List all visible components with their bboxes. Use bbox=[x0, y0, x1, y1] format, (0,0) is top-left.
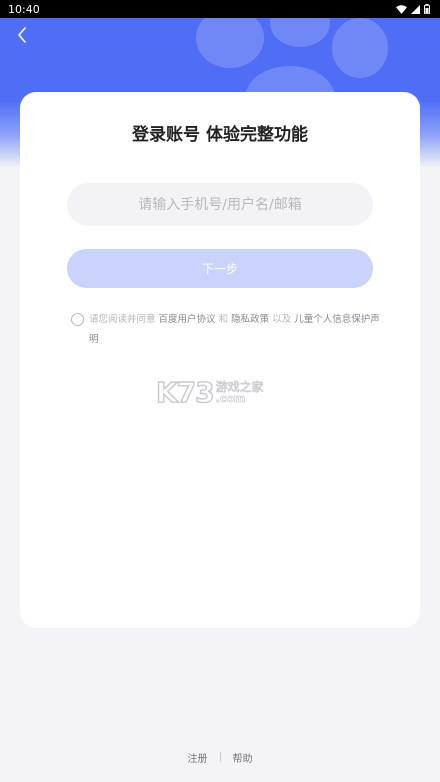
next-button[interactable]: 下一步 bbox=[67, 249, 373, 288]
battery-icon bbox=[424, 4, 430, 14]
account-input[interactable] bbox=[67, 183, 373, 226]
footer-divider bbox=[219, 752, 221, 762]
watermark-domain: .com bbox=[215, 391, 246, 405]
watermark-name: 游戏之家 bbox=[215, 379, 264, 394]
watermark-logo: K73 bbox=[155, 375, 215, 409]
signal-icon bbox=[411, 4, 420, 14]
agreement-prefix: 请您阅读并同意 bbox=[89, 314, 156, 325]
agreement-also: 以及 bbox=[272, 314, 292, 325]
agreement-text: 请您阅读并同意 百度用户协议 和 隐私政策 以及 儿童个人信息保护声明 bbox=[89, 310, 381, 350]
status-bar: 10:40 bbox=[0, 0, 440, 18]
agreement: 请您阅读并同意 百度用户协议 和 隐私政策 以及 儿童个人信息保护声明 bbox=[71, 310, 381, 350]
help-link[interactable]: 帮助 bbox=[233, 750, 253, 765]
agreement-and: 和 bbox=[218, 314, 229, 325]
watermark-text: 游戏之家 .com bbox=[215, 379, 264, 405]
status-time: 10:40 bbox=[8, 2, 40, 16]
footer: 注册 帮助 bbox=[0, 748, 440, 766]
agreement-checkbox[interactable] bbox=[71, 313, 84, 326]
status-icons bbox=[396, 4, 430, 14]
chevron-left-icon bbox=[18, 27, 26, 43]
privacy-policy-link[interactable]: 隐私政策 bbox=[231, 314, 269, 325]
watermark: K73 游戏之家 .com bbox=[155, 372, 286, 412]
login-card: 登录账号 体验完整功能 下一步 请您阅读并同意 百度用户协议 和 隐私政策 以及… bbox=[20, 92, 420, 628]
page-title: 登录账号 体验完整功能 bbox=[132, 125, 308, 145]
back-button[interactable] bbox=[10, 24, 34, 46]
user-agreement-link[interactable]: 百度用户协议 bbox=[159, 314, 216, 325]
wifi-icon bbox=[396, 4, 407, 14]
register-link[interactable]: 注册 bbox=[188, 750, 208, 765]
